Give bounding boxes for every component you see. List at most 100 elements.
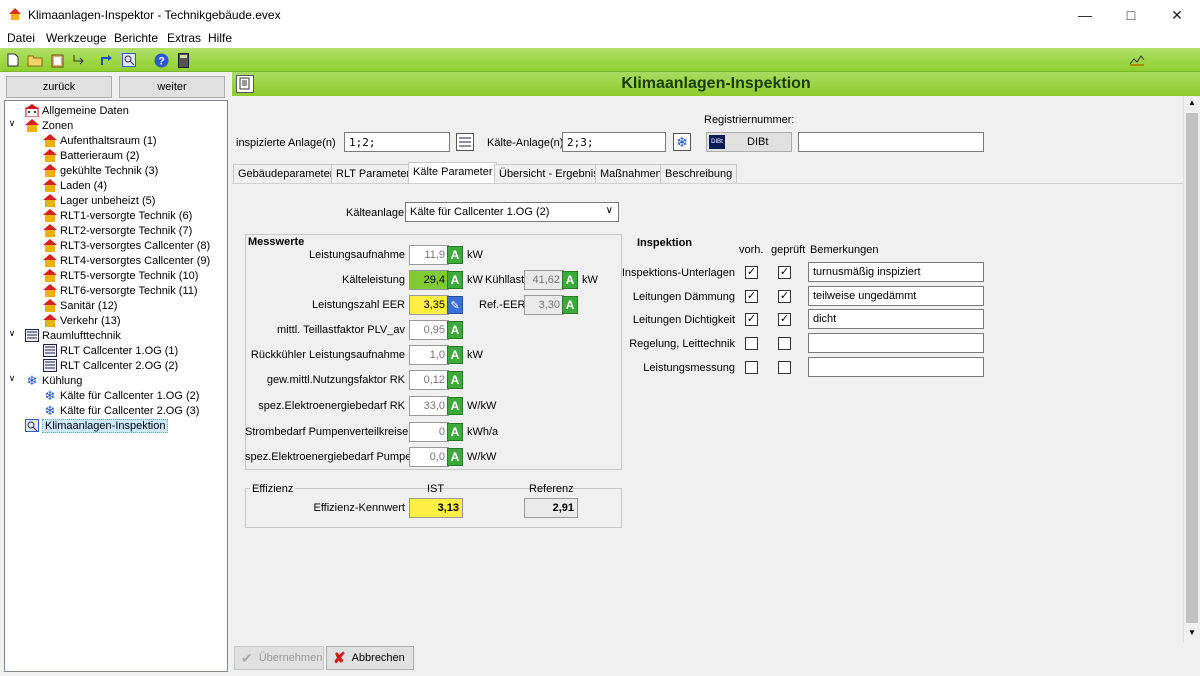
- tree-item-rlt-1[interactable]: RLT Callcenter 1.OG (1): [43, 343, 178, 358]
- calculator-icon[interactable]: [174, 51, 192, 69]
- tree-item-zone[interactable]: Sanitär (12): [43, 298, 117, 313]
- checked-checkbox[interactable]: [778, 337, 791, 350]
- tree-item-zone[interactable]: RLT2-versorgte Technik (7): [43, 223, 192, 238]
- auto-value-badge[interactable]: A: [447, 246, 463, 264]
- measurement-value[interactable]: 0,0: [409, 447, 449, 467]
- auto-value-badge[interactable]: A: [447, 448, 463, 466]
- tree-item-zone[interactable]: Laden (4): [43, 178, 107, 193]
- ventilation-icon[interactable]: [456, 133, 474, 151]
- scroll-down-icon[interactable]: ▼: [1188, 628, 1196, 637]
- menu-werkzeuge[interactable]: Werkzeuge: [46, 31, 106, 45]
- tab-description[interactable]: Beschreibung: [660, 164, 738, 183]
- measurement-value[interactable]: 1,0: [409, 345, 449, 365]
- tree-item-zone[interactable]: Lager unbeheizt (5): [43, 193, 155, 208]
- help-icon[interactable]: ?: [152, 51, 170, 69]
- menu-datei[interactable]: Datei: [7, 31, 35, 45]
- tree-item-zone[interactable]: gekühlte Technik (3): [43, 163, 158, 178]
- search-icon[interactable]: [120, 51, 138, 69]
- remark-field[interactable]: [808, 357, 984, 377]
- tree-item-ventilation[interactable]: Raumlufttechnik: [25, 328, 121, 343]
- project-tree[interactable]: Allgemeine Daten ∨ Zonen ∨ Raumlufttechn…: [4, 100, 228, 672]
- collapse-icon[interactable]: ∨: [7, 118, 17, 129]
- maximize-icon[interactable]: □: [1108, 0, 1154, 30]
- present-checkbox[interactable]: ✓: [745, 313, 758, 326]
- cancel-button[interactable]: ✘ Abbrechen: [326, 646, 414, 670]
- present-checkbox[interactable]: [745, 337, 758, 350]
- snowflake-icon[interactable]: ❄: [673, 133, 691, 151]
- tree-item-zone[interactable]: Aufenthaltsraum (1): [43, 133, 157, 148]
- back-button[interactable]: zurück: [6, 76, 112, 98]
- checked-checkbox[interactable]: ✓: [778, 290, 791, 303]
- checked-checkbox[interactable]: [778, 361, 791, 374]
- open-folder-icon[interactable]: [26, 51, 44, 69]
- checked-checkbox[interactable]: ✓: [778, 266, 791, 279]
- tree-item-cooling-2[interactable]: ❄ Kälte für Callcenter 2.OG (3): [43, 403, 200, 418]
- tree-item-zone[interactable]: RLT1-versorgte Technik (6): [43, 208, 192, 223]
- remark-field[interactable]: teilweise ungedämmt: [808, 286, 984, 306]
- clipboard-icon[interactable]: [48, 51, 66, 69]
- remark-field[interactable]: [808, 333, 984, 353]
- menu-extras[interactable]: Extras: [167, 31, 201, 45]
- present-checkbox[interactable]: [745, 361, 758, 374]
- measurement-value[interactable]: 0: [409, 422, 449, 442]
- scroll-thumb[interactable]: [1186, 113, 1198, 623]
- tab-rlt[interactable]: RLT Parameter: [331, 164, 416, 183]
- edit-icon[interactable]: ✎: [447, 296, 463, 314]
- close-icon[interactable]: ✕: [1154, 0, 1200, 30]
- apply-button[interactable]: ✔ Übernehmen: [234, 646, 324, 670]
- chart-icon[interactable]: [1128, 51, 1146, 69]
- measurement-value[interactable]: 33,0: [409, 396, 449, 416]
- tree-item-general[interactable]: Allgemeine Daten: [25, 103, 129, 118]
- menu-berichte[interactable]: Berichte: [114, 31, 158, 45]
- auto-value-badge[interactable]: A: [447, 371, 463, 389]
- measurement-value[interactable]: 0,95: [409, 320, 449, 340]
- tab-measures[interactable]: Maßnahmen: [595, 164, 667, 183]
- inspected-systems-field[interactable]: 1;2;: [344, 132, 450, 152]
- registration-number-field[interactable]: [798, 132, 984, 152]
- tree-item-zone[interactable]: RLT4-versorgtes Callcenter (9): [43, 253, 210, 268]
- remark-field[interactable]: dicht: [808, 309, 984, 329]
- import-icon[interactable]: [70, 51, 88, 69]
- tree-item-zones[interactable]: Zonen: [25, 118, 73, 133]
- new-file-icon[interactable]: [4, 51, 22, 69]
- auto-value-badge[interactable]: A: [447, 321, 463, 339]
- auto-value-badge[interactable]: A: [447, 423, 463, 441]
- present-checkbox[interactable]: ✓: [745, 266, 758, 279]
- auto-value-badge[interactable]: A: [447, 397, 463, 415]
- measurement-value[interactable]: 11,9: [409, 245, 449, 265]
- present-checkbox[interactable]: ✓: [745, 290, 758, 303]
- tree-item-zone[interactable]: RLT6-versorgte Technik (11): [43, 283, 198, 298]
- tab-cooling[interactable]: Kälte Parameter: [408, 162, 498, 184]
- vertical-scrollbar[interactable]: ▲ ▼: [1183, 96, 1200, 642]
- auto-value-badge[interactable]: A: [562, 296, 578, 314]
- collapse-icon[interactable]: ∨: [7, 373, 17, 384]
- tree-item-cooling-1[interactable]: ❄ Kälte für Callcenter 1.OG (2): [43, 388, 200, 403]
- tree-item-zone[interactable]: RLT3-versorgtes Callcenter (8): [43, 238, 210, 253]
- tab-building[interactable]: Gebäudeparameter: [233, 164, 339, 183]
- measurement-value[interactable]: 3,35: [409, 295, 449, 315]
- minimize-icon[interactable]: —: [1062, 0, 1108, 30]
- dibt-button[interactable]: DIBt DIBt: [706, 132, 792, 152]
- ref-eer-value[interactable]: 3,30: [524, 295, 564, 315]
- remark-field[interactable]: turnusmäßig inspiziert: [808, 262, 984, 282]
- cooling-systems-field[interactable]: 2;3;: [562, 132, 666, 152]
- tree-item-zone[interactable]: Batterieraum (2): [43, 148, 139, 163]
- forward-button[interactable]: weiter: [119, 76, 225, 98]
- tree-item-inspection[interactable]: Klimaanlagen-Inspektion: [25, 418, 169, 433]
- export-icon[interactable]: [98, 51, 116, 69]
- menu-hilfe[interactable]: Hilfe: [208, 31, 232, 45]
- auto-value-badge[interactable]: A: [447, 346, 463, 364]
- tree-item-zone[interactable]: Verkehr (13): [43, 313, 121, 328]
- tree-item-zone[interactable]: RLT5-versorgte Technik (10): [43, 268, 198, 283]
- auto-value-badge[interactable]: A: [562, 271, 578, 289]
- measurement-value[interactable]: 0,12: [409, 370, 449, 390]
- auto-value-badge[interactable]: A: [447, 271, 463, 289]
- collapse-icon[interactable]: ∨: [7, 328, 17, 339]
- tree-item-cooling[interactable]: ❄ Kühlung: [25, 373, 83, 388]
- checked-checkbox[interactable]: ✓: [778, 313, 791, 326]
- scroll-up-icon[interactable]: ▲: [1188, 98, 1196, 107]
- tree-item-rlt-2[interactable]: RLT Callcenter 2.OG (2): [43, 358, 178, 373]
- cooling-load-value[interactable]: 41,62: [524, 270, 564, 290]
- cooling-system-select[interactable]: Kälte für Callcenter 1.OG (2) ∨: [405, 202, 619, 222]
- tab-overview[interactable]: Übersicht - Ergebnis: [494, 164, 604, 183]
